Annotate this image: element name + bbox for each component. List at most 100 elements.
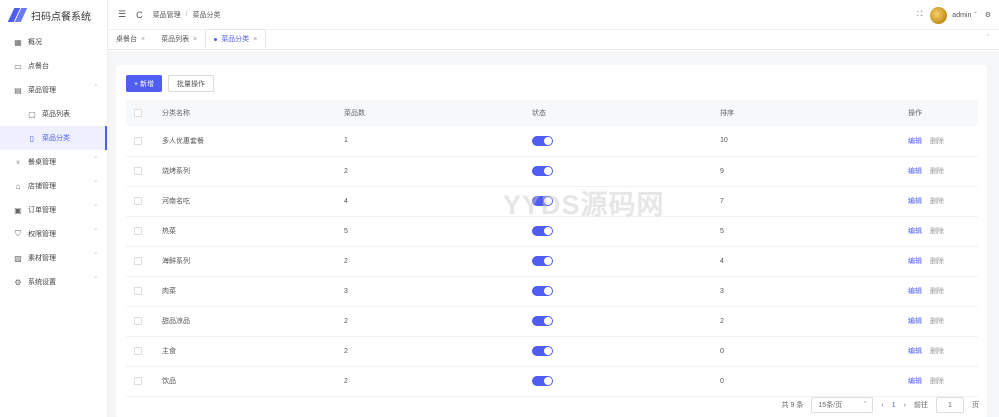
category-name: 主食 bbox=[156, 336, 344, 367]
close-icon[interactable]: × bbox=[253, 36, 257, 43]
status-toggle[interactable] bbox=[532, 166, 553, 176]
settings-icon[interactable]: ⚙ bbox=[985, 11, 991, 19]
sort-value: 0 bbox=[720, 366, 908, 397]
select-all-checkbox[interactable] bbox=[134, 109, 142, 117]
delete-button[interactable]: 删除 bbox=[930, 168, 944, 175]
status-cell bbox=[532, 156, 720, 187]
status-toggle[interactable] bbox=[532, 316, 553, 326]
menu-toggle-icon[interactable]: ☰ bbox=[118, 9, 126, 20]
category-table: 分类名称 菜品数 状态 排序 操作 多人优惠套餐 1 10 编辑 删除 烧烤系列… bbox=[126, 100, 978, 397]
actions-cell: 编辑 删除 bbox=[908, 276, 978, 307]
chevron-down-icon[interactable]: ˇ bbox=[974, 12, 976, 19]
breadcrumb-item-current: 菜品分类 bbox=[192, 11, 221, 19]
status-toggle[interactable] bbox=[532, 376, 553, 386]
edit-button[interactable]: 编辑 bbox=[908, 258, 922, 265]
category-name: 河南名吃 bbox=[156, 186, 344, 217]
status-toggle[interactable] bbox=[532, 135, 553, 146]
column-header-actions: 操作 bbox=[908, 100, 978, 126]
close-icon[interactable]: × bbox=[193, 36, 197, 43]
delete-button[interactable]: 删除 bbox=[930, 378, 944, 385]
fullscreen-icon[interactable]: ⛶ bbox=[917, 11, 922, 19]
edit-button[interactable]: 编辑 bbox=[908, 318, 922, 325]
row-checkbox[interactable] bbox=[134, 317, 142, 325]
page-size-select[interactable]: 15条/页 ˇ bbox=[811, 397, 874, 413]
close-icon[interactable]: × bbox=[141, 36, 145, 43]
row-checkbox[interactable] bbox=[134, 227, 142, 235]
delete-button[interactable]: 删除 bbox=[930, 318, 944, 325]
delete-button[interactable]: 删除 bbox=[930, 348, 944, 355]
add-button[interactable]: + 新增 bbox=[126, 75, 163, 92]
column-header-sort: 排序 bbox=[720, 100, 908, 126]
sidebar-item-system-settings[interactable]: ⚙ 系统设置 ˇ bbox=[0, 270, 107, 294]
breadcrumb-item[interactable]: 菜品管理 bbox=[153, 10, 181, 20]
sidebar-item-store-management[interactable]: ⌂ 店铺管理 ˇ bbox=[0, 174, 107, 198]
app-logo[interactable]: 扫码点餐系统 bbox=[0, 0, 107, 30]
status-toggle[interactable] bbox=[532, 346, 553, 356]
row-checkbox[interactable] bbox=[134, 347, 142, 355]
sidebar-item-order-desk[interactable]: ▭ 点餐台 bbox=[0, 54, 107, 78]
edit-button[interactable]: 编辑 bbox=[908, 198, 922, 205]
goto-unit: 页 bbox=[972, 402, 979, 409]
tab-label: 桌餐台 bbox=[116, 36, 137, 43]
delete-button[interactable]: 删除 bbox=[930, 288, 944, 295]
category-name: 肉菜 bbox=[156, 276, 344, 307]
edit-button[interactable]: 编辑 bbox=[908, 138, 922, 145]
chevron-down-icon: ˇ bbox=[94, 157, 97, 164]
sidebar-item-label: 点餐台 bbox=[28, 63, 49, 70]
chevron-down-icon[interactable]: ˇ bbox=[987, 35, 989, 42]
edit-button[interactable]: 编辑 bbox=[908, 378, 922, 385]
sidebar-item-label: 概况 bbox=[28, 39, 42, 46]
sidebar-item-dish-management[interactable]: ▤ 菜品管理 ˆ bbox=[0, 78, 107, 102]
row-checkbox[interactable] bbox=[134, 287, 142, 295]
status-toggle[interactable] bbox=[532, 286, 553, 296]
actions-cell: 编辑 删除 bbox=[908, 336, 978, 367]
row-select-cell bbox=[126, 276, 156, 307]
batch-operation-button[interactable]: 批量操作 bbox=[168, 75, 215, 92]
page-tabs: 桌餐台 × 菜品列表 × 菜品分类 × ˇ bbox=[108, 29, 999, 50]
refresh-icon[interactable]: C bbox=[136, 10, 143, 20]
sidebar-item-overview[interactable]: ▦ 概况 bbox=[0, 30, 107, 54]
row-checkbox[interactable] bbox=[134, 257, 142, 265]
row-select-cell bbox=[126, 216, 156, 247]
delete-button[interactable]: 删除 bbox=[930, 138, 944, 145]
delete-button[interactable]: 删除 bbox=[930, 228, 944, 235]
status-toggle[interactable] bbox=[532, 226, 553, 236]
sidebar-item-dish-category[interactable]: ▯ 菜品分类 bbox=[0, 126, 107, 150]
page-size-value: 15条/页 bbox=[818, 402, 843, 409]
bookmark-icon: ▯ bbox=[29, 133, 35, 143]
sidebar-item-material-management[interactable]: ▨ 素材管理 ˇ bbox=[0, 246, 107, 270]
row-checkbox[interactable] bbox=[134, 167, 142, 175]
sidebar-item-permission-management[interactable]: ⛉ 权限管理 ˇ bbox=[0, 222, 107, 246]
edit-button[interactable]: 编辑 bbox=[908, 288, 922, 295]
page-number-current[interactable]: 1 bbox=[892, 402, 896, 409]
edit-button[interactable]: 编辑 bbox=[908, 228, 922, 235]
row-checkbox[interactable] bbox=[134, 377, 142, 385]
delete-button[interactable]: 删除 bbox=[930, 258, 944, 265]
goto-page-input[interactable]: 1 bbox=[936, 397, 964, 413]
tab-dish-list[interactable]: 菜品列表 × bbox=[153, 29, 205, 49]
edit-button[interactable]: 编辑 bbox=[908, 168, 922, 175]
edit-button[interactable]: 编辑 bbox=[908, 348, 922, 355]
sidebar-item-dish-list[interactable]: ▢ 菜品列表 bbox=[0, 102, 107, 126]
delete-button[interactable]: 删除 bbox=[930, 198, 944, 205]
table-row: 烧烤系列 2 9 编辑 删除 bbox=[126, 156, 978, 187]
sidebar-item-table-management[interactable]: ♆ 餐桌管理 ˇ bbox=[0, 150, 107, 174]
avatar[interactable] bbox=[930, 6, 948, 24]
table-row: 主食 2 0 编辑 删除 bbox=[126, 336, 978, 367]
prev-page-button[interactable]: ‹ bbox=[881, 402, 883, 409]
tab-label: 菜品分类 bbox=[221, 36, 250, 43]
user-name[interactable]: admin bbox=[952, 12, 971, 19]
actions-cell: 编辑 删除 bbox=[908, 156, 978, 187]
tab-dish-category[interactable]: 菜品分类 × bbox=[205, 29, 267, 49]
row-select-cell bbox=[126, 306, 156, 337]
category-card: + 新增 批量操作 分类名称 菜品数 状态 排序 操作 多人优惠套餐 1 10 … bbox=[116, 65, 987, 417]
pagination: 共 9 条 15条/页 ˇ ‹ 1 › 前往 1 页 bbox=[782, 397, 979, 413]
tab-order-desk[interactable]: 桌餐台 × bbox=[108, 29, 153, 49]
next-page-button[interactable]: › bbox=[904, 402, 906, 409]
status-cell bbox=[532, 366, 720, 397]
row-checkbox[interactable] bbox=[134, 136, 142, 145]
status-toggle[interactable] bbox=[532, 256, 553, 266]
sidebar-item-order-management[interactable]: ▣ 订单管理 ˇ bbox=[0, 198, 107, 222]
actions-cell: 编辑 删除 bbox=[908, 246, 978, 277]
row-checkbox[interactable] bbox=[134, 197, 142, 205]
